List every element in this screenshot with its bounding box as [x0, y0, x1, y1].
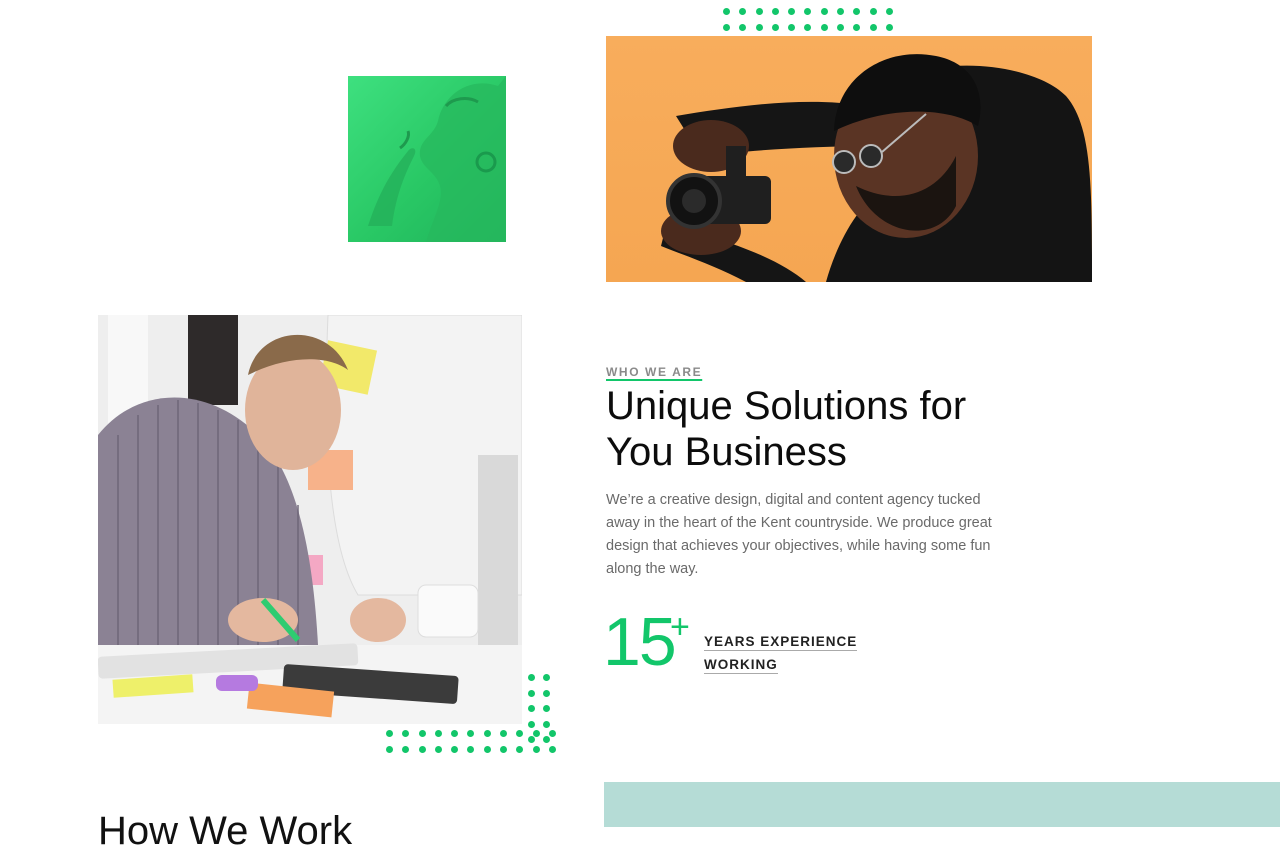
dot — [451, 730, 459, 737]
dot — [528, 705, 535, 712]
dot — [739, 8, 747, 15]
dot — [543, 705, 550, 712]
dot — [755, 8, 763, 15]
dot — [723, 24, 730, 31]
dot — [532, 730, 540, 737]
dot — [434, 730, 442, 737]
teal-background-block — [604, 782, 1280, 827]
dot — [528, 674, 535, 681]
section-headline: Unique Solutions for You Business — [606, 384, 967, 474]
dot — [516, 745, 524, 753]
dot — [755, 24, 763, 31]
stat-label-line2: WORKING — [704, 657, 778, 674]
dot — [451, 745, 459, 753]
dot — [771, 24, 779, 31]
dot — [386, 745, 393, 753]
photo-green-portrait — [348, 76, 506, 242]
photo-photographer — [606, 36, 1092, 282]
photo-designer-desk — [98, 315, 522, 724]
stat-number: 15 — [603, 604, 677, 680]
dot — [804, 8, 812, 15]
dot — [869, 8, 877, 15]
dot — [516, 730, 524, 737]
dot — [788, 8, 796, 15]
dot — [434, 745, 442, 753]
dot — [548, 730, 556, 737]
stat-label-line1: YEARS EXPERIENCE — [704, 634, 858, 651]
dot — [885, 24, 893, 31]
dot — [467, 730, 475, 737]
dot — [804, 24, 812, 31]
dot — [402, 730, 410, 737]
dot-pattern-top — [723, 8, 893, 31]
dot — [820, 8, 828, 15]
dot — [543, 674, 550, 681]
dot — [532, 745, 540, 753]
dot — [467, 745, 475, 753]
dot — [402, 745, 410, 753]
dot — [528, 689, 535, 697]
next-section-heading: How We Work — [98, 809, 353, 853]
dot — [820, 24, 828, 31]
dot — [483, 745, 491, 753]
dot — [788, 24, 796, 31]
section-intro: We’re a creative design, digital and con… — [606, 492, 992, 577]
dot — [853, 24, 861, 31]
dot — [500, 730, 508, 737]
dot — [853, 8, 861, 15]
dot — [885, 8, 893, 15]
dot — [548, 745, 556, 753]
dot-pattern-bottom-horizontal — [386, 730, 556, 753]
dot — [483, 730, 491, 737]
dot — [386, 730, 393, 737]
stat-plus-sign: + — [670, 608, 690, 646]
dot — [837, 24, 845, 31]
dot — [500, 745, 508, 753]
dot — [543, 720, 550, 728]
section-eyebrow: WHO WE ARE — [606, 365, 703, 379]
dot — [528, 720, 535, 728]
dot — [837, 8, 845, 15]
stat-label: YEARS EXPERIENCE WORKING — [704, 630, 874, 676]
dot — [418, 745, 426, 753]
dot — [418, 730, 426, 737]
dot — [739, 24, 747, 31]
dot — [543, 689, 550, 697]
dot — [869, 24, 877, 31]
dot — [723, 8, 730, 15]
dot — [771, 8, 779, 15]
